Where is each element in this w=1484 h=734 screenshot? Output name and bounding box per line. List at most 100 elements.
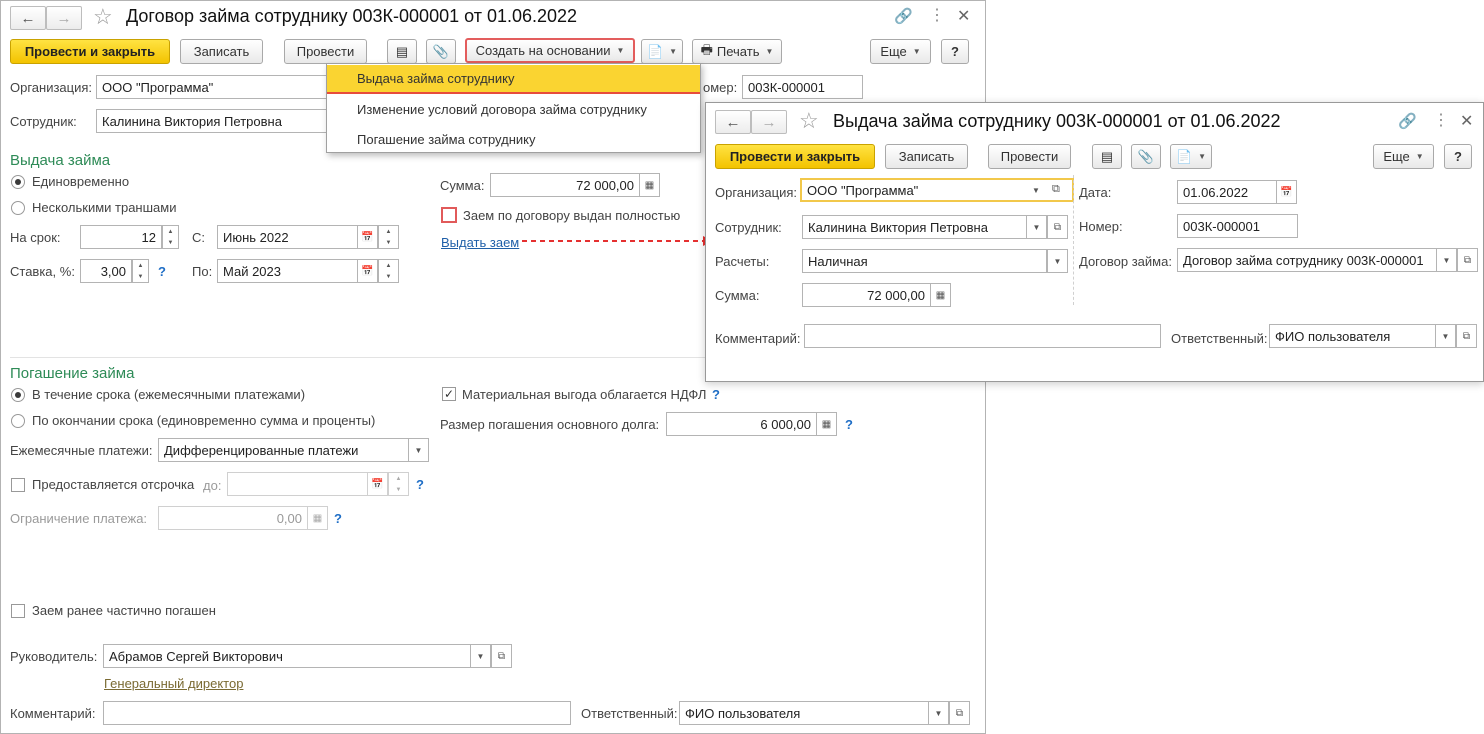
back-button[interactable]: ← bbox=[10, 6, 46, 30]
chevron-down-icon[interactable]: ▼ bbox=[1435, 324, 1456, 348]
calendar-icon[interactable]: 📅 bbox=[1276, 180, 1297, 204]
print-button[interactable]: 🖶 Печать ▼ bbox=[692, 39, 782, 64]
open-icon[interactable]: ⧉ bbox=[1457, 248, 1478, 272]
post-close-button[interactable]: Провести и закрыть bbox=[715, 144, 875, 169]
number-field[interactable]: 003К-000001 bbox=[742, 75, 863, 99]
menu-item-loan-issue[interactable]: Выдача займа сотруднику bbox=[327, 65, 700, 94]
comment-field[interactable] bbox=[804, 324, 1161, 348]
menu-dots-icon[interactable]: ⋮ bbox=[929, 5, 945, 25]
more-button[interactable]: Еще ▼ bbox=[1373, 144, 1434, 169]
material-benefit-help-icon[interactable]: ? bbox=[712, 387, 720, 402]
once-radio[interactable] bbox=[11, 175, 25, 189]
principal-size-label: Размер погашения основного долга: bbox=[440, 417, 660, 432]
tranches-radio[interactable] bbox=[11, 201, 25, 215]
back-button[interactable]: ← bbox=[715, 110, 751, 134]
payment-limit-help-icon[interactable]: ? bbox=[334, 511, 342, 526]
forward-button[interactable]: → bbox=[751, 110, 787, 134]
loan-issue-window: ← → ☆ Выдача займа сотруднику 003К-00000… bbox=[705, 102, 1484, 382]
manager-field[interactable]: Абрамов Сергей Викторович bbox=[103, 644, 471, 668]
to-field[interactable]: Май 2023 bbox=[217, 259, 358, 283]
open-icon[interactable]: ⧉ bbox=[491, 644, 512, 668]
chevron-down-icon[interactable]: ▼ bbox=[408, 438, 429, 462]
chevron-down-icon[interactable]: ▼ bbox=[1436, 248, 1457, 272]
employee-field[interactable]: Калинина Виктория Петровна bbox=[802, 215, 1047, 239]
chevron-down-icon[interactable]: ▼ bbox=[1032, 186, 1040, 195]
partially-repaid-checkbox[interactable] bbox=[11, 604, 25, 618]
responsible-field[interactable]: ФИО пользователя bbox=[1269, 324, 1436, 348]
from-field[interactable]: Июнь 2022 bbox=[217, 225, 358, 249]
open-icon[interactable]: ⧉ bbox=[1047, 215, 1068, 239]
calculator-icon[interactable]: ▦ bbox=[639, 173, 660, 197]
deferral-help-icon[interactable]: ? bbox=[416, 477, 424, 492]
to-stepper[interactable]: ▲ ▼ bbox=[378, 259, 399, 283]
report-icon[interactable]: ▤ bbox=[387, 39, 417, 64]
position-link[interactable]: Генеральный директор bbox=[104, 676, 243, 691]
sum-field[interactable]: 72 000,00 bbox=[490, 173, 640, 197]
close-icon[interactable]: ✕ bbox=[957, 6, 970, 26]
report-icon[interactable]: ▤ bbox=[1092, 144, 1122, 169]
favorite-star-icon[interactable]: ☆ bbox=[799, 108, 819, 134]
issue-loan-link[interactable]: Выдать заем bbox=[441, 235, 519, 250]
responsible-field[interactable]: ФИО пользователя bbox=[679, 701, 929, 725]
close-icon[interactable]: ✕ bbox=[1460, 111, 1473, 131]
term-stepper[interactable]: ▲ ▼ bbox=[162, 225, 179, 249]
more-button[interactable]: Еще ▼ bbox=[870, 39, 931, 64]
sum-field[interactable]: 72 000,00 bbox=[802, 283, 931, 307]
help-button[interactable]: ? bbox=[1444, 144, 1472, 169]
forward-button[interactable]: → bbox=[46, 6, 82, 30]
menu-dots-icon[interactable]: ⋮ bbox=[1433, 110, 1449, 130]
material-benefit-checkbox[interactable]: ✓ bbox=[442, 387, 456, 401]
calendar-icon[interactable]: 📅 bbox=[357, 259, 378, 283]
link-icon[interactable]: 🔗 bbox=[1398, 112, 1417, 130]
favorite-star-icon[interactable]: ☆ bbox=[93, 4, 113, 30]
organization-field[interactable]: ООО "Программа" bbox=[96, 75, 331, 99]
post-close-button[interactable]: Провести и закрыть bbox=[10, 39, 170, 64]
calculator-icon[interactable]: ▦ bbox=[816, 412, 837, 436]
contract-field[interactable]: Договор займа сотруднику 003К-000001 bbox=[1177, 248, 1437, 272]
date-field[interactable]: 01.06.2022 bbox=[1177, 180, 1277, 204]
open-icon[interactable]: ⧉ bbox=[1456, 324, 1477, 348]
chevron-down-icon: ▼ bbox=[912, 47, 921, 56]
from-stepper[interactable]: ▲ ▼ bbox=[378, 225, 399, 249]
attachment-icon[interactable]: 📎 bbox=[426, 39, 456, 64]
create-based-label: Создать на основании bbox=[475, 43, 611, 58]
number-field[interactable]: 003К-000001 bbox=[1177, 214, 1298, 238]
calculator-icon[interactable]: ▦ bbox=[930, 283, 951, 307]
term-label: На срок: bbox=[10, 230, 61, 245]
post-button[interactable]: Провести bbox=[284, 39, 367, 64]
rate-field[interactable]: 3,00 bbox=[80, 259, 132, 283]
create-based-button[interactable]: Создать на основании ▼ bbox=[465, 38, 635, 63]
document-structure-icon[interactable]: 📄 ▼ bbox=[641, 39, 683, 64]
menu-item-loan-repayment[interactable]: Погашение займа сотруднику bbox=[327, 125, 700, 154]
number-label: омер: bbox=[703, 80, 738, 95]
comment-field[interactable] bbox=[103, 701, 571, 725]
employee-field[interactable]: Калинина Виктория Петровна bbox=[96, 109, 331, 133]
repay-end-radio[interactable] bbox=[11, 414, 25, 428]
open-icon[interactable]: ⧉ bbox=[949, 701, 970, 725]
chevron-down-icon[interactable]: ▼ bbox=[1026, 215, 1047, 239]
chevron-down-icon[interactable]: ▼ bbox=[928, 701, 949, 725]
payments-select[interactable]: Наличная bbox=[802, 249, 1047, 273]
from-label: С: bbox=[192, 230, 205, 245]
principal-help-icon[interactable]: ? bbox=[845, 417, 853, 432]
open-icon[interactable]: ⧉ bbox=[1052, 183, 1060, 196]
document-structure-icon[interactable]: 📄 ▼ bbox=[1170, 144, 1212, 169]
calendar-icon[interactable]: 📅 bbox=[357, 225, 378, 249]
help-button[interactable]: ? bbox=[941, 39, 969, 64]
save-button[interactable]: Записать bbox=[885, 144, 968, 169]
deferral-checkbox[interactable] bbox=[11, 478, 25, 492]
rate-help-icon[interactable]: ? bbox=[158, 264, 166, 279]
attachment-icon[interactable]: 📎 bbox=[1131, 144, 1161, 169]
save-button[interactable]: Записать bbox=[180, 39, 263, 64]
term-field[interactable]: 12 bbox=[80, 225, 162, 249]
repay-monthly-radio[interactable] bbox=[11, 388, 25, 402]
chevron-down-icon[interactable]: ▼ bbox=[470, 644, 491, 668]
monthly-payments-select[interactable]: Дифференцированные платежи bbox=[158, 438, 409, 462]
principal-size-field[interactable]: 6 000,00 bbox=[666, 412, 817, 436]
chevron-down-icon[interactable]: ▼ bbox=[1047, 249, 1068, 273]
issued-full-checkbox[interactable] bbox=[441, 207, 457, 223]
post-button[interactable]: Провести bbox=[988, 144, 1071, 169]
menu-item-change-terms[interactable]: Изменение условий договора займа сотрудн… bbox=[327, 95, 700, 124]
rate-stepper[interactable]: ▲ ▼ bbox=[132, 259, 149, 283]
link-icon[interactable]: 🔗 bbox=[894, 7, 913, 25]
